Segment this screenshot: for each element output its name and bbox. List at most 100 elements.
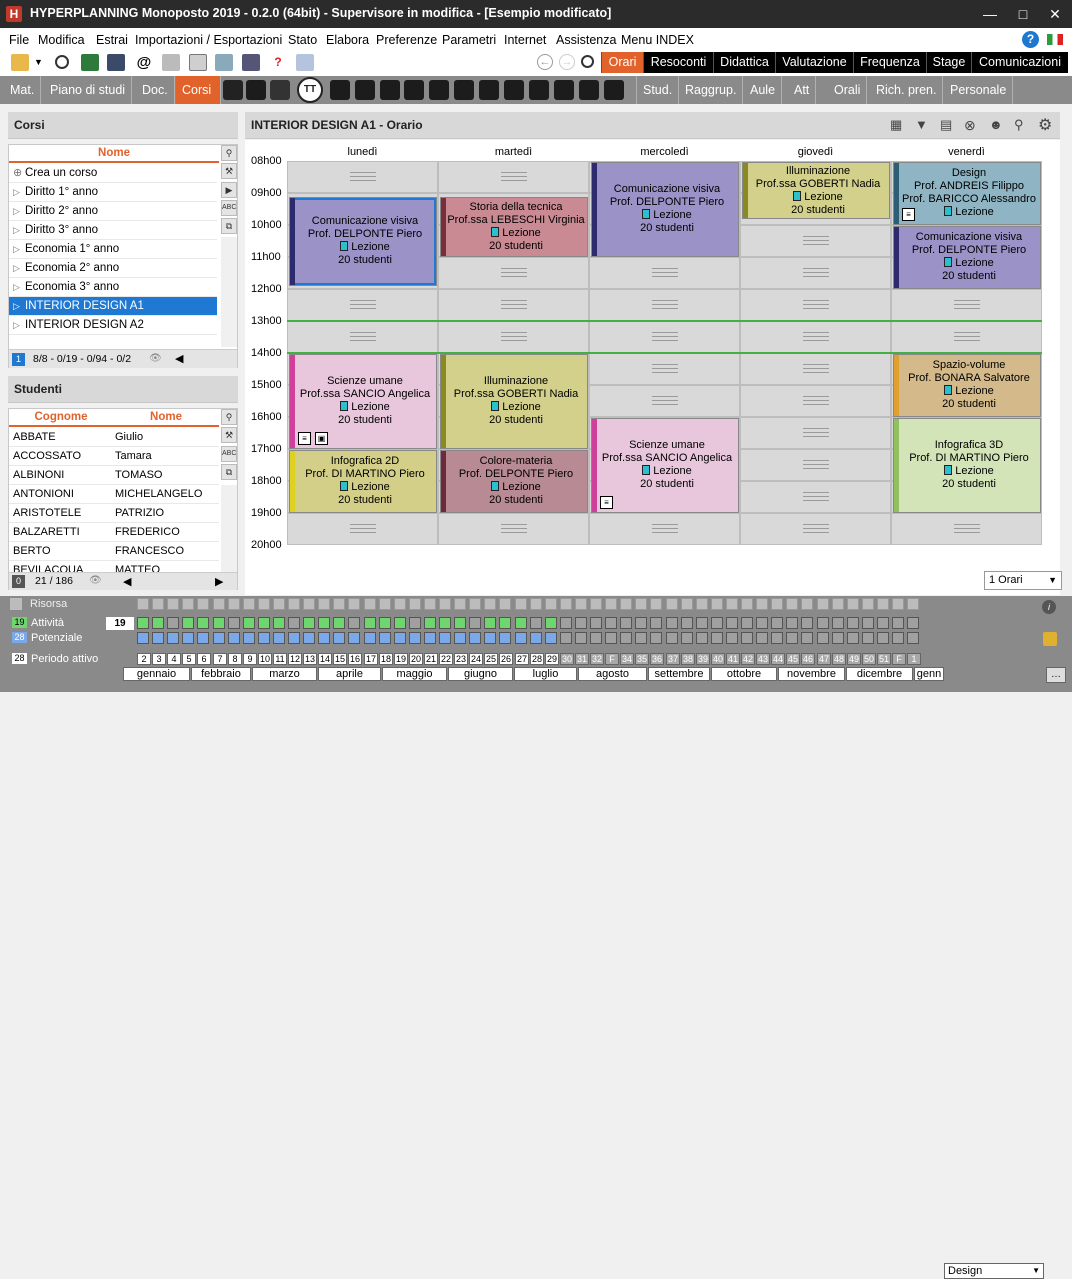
- doc-icon[interactable]: ≡: [902, 208, 915, 221]
- empty-slot[interactable]: [740, 513, 891, 545]
- day-header[interactable]: venerdì: [891, 146, 1042, 160]
- activity-week[interactable]: [832, 617, 844, 629]
- activity-week[interactable]: [273, 617, 285, 629]
- activity-week[interactable]: [877, 617, 889, 629]
- potential-week[interactable]: [530, 632, 542, 644]
- potential-week[interactable]: [635, 632, 647, 644]
- week-number[interactable]: 26: [499, 653, 513, 665]
- potential-week[interactable]: [741, 632, 753, 644]
- activity-week[interactable]: [197, 617, 209, 629]
- activity-week[interactable]: [318, 617, 330, 629]
- activity-week[interactable]: [741, 617, 753, 629]
- week-number[interactable]: 48: [832, 653, 846, 665]
- empty-slot[interactable]: [740, 353, 891, 385]
- month-label[interactable]: febbraio: [191, 667, 251, 681]
- list-item-selected[interactable]: ▷ INTERIOR DESIGN A1: [9, 297, 217, 316]
- tree-view-icon[interactable]: [246, 80, 266, 100]
- menu-file[interactable]: File: [9, 33, 29, 47]
- menu-stato[interactable]: Stato: [288, 33, 317, 47]
- activity-week[interactable]: [862, 617, 874, 629]
- activity-week[interactable]: [333, 617, 345, 629]
- clock-icon[interactable]: [604, 80, 624, 100]
- potential-week[interactable]: [817, 632, 829, 644]
- eye-icon[interactable]: 👁: [89, 575, 102, 586]
- resource-week[interactable]: [575, 598, 587, 610]
- activity-week[interactable]: [726, 617, 738, 629]
- resource-week[interactable]: [137, 598, 149, 610]
- column-nome[interactable]: Nome: [113, 409, 219, 427]
- activity-week[interactable]: [696, 617, 708, 629]
- activity-week[interactable]: [454, 617, 466, 629]
- empty-slot[interactable]: [891, 289, 1042, 321]
- potential-week[interactable]: [560, 632, 572, 644]
- week-number[interactable]: 49: [847, 653, 861, 665]
- empty-slot[interactable]: [589, 385, 740, 417]
- activity-week[interactable]: [182, 617, 194, 629]
- activity-week[interactable]: [364, 617, 376, 629]
- nav-materie[interactable]: Mat.: [4, 76, 42, 104]
- menu-assistenza[interactable]: Assistenza: [556, 33, 616, 47]
- week-number[interactable]: 43: [756, 653, 770, 665]
- activity-week[interactable]: [817, 617, 829, 629]
- open-folder-icon[interactable]: [11, 54, 29, 71]
- empty-slot[interactable]: [589, 353, 740, 385]
- week-number[interactable]: 47: [817, 653, 831, 665]
- week-number[interactable]: 7: [213, 653, 227, 665]
- list-item[interactable]: ▷ Diritto 2° anno: [9, 202, 217, 221]
- resource-week[interactable]: [499, 598, 511, 610]
- empty-slot[interactable]: [740, 481, 891, 513]
- menu-parametri[interactable]: Parametri: [442, 33, 496, 47]
- tab-frequenza[interactable]: Frequenza: [853, 52, 926, 73]
- month-label[interactable]: maggio: [382, 667, 447, 681]
- empty-slot[interactable]: [438, 513, 589, 545]
- potential-week[interactable]: [484, 632, 496, 644]
- empty-slot[interactable]: [287, 513, 438, 545]
- activity-week[interactable]: [288, 617, 300, 629]
- search-icon[interactable]: ⚲: [221, 145, 237, 161]
- person-settings-icon[interactable]: ☻: [989, 117, 1005, 133]
- week-number[interactable]: 4: [167, 653, 181, 665]
- tab-didattica[interactable]: Didattica: [713, 52, 775, 73]
- list-item[interactable]: ▷ INTERIOR DESIGN A2: [9, 316, 217, 335]
- potential-week[interactable]: [907, 632, 919, 644]
- week-number[interactable]: 13: [303, 653, 317, 665]
- week-number[interactable]: 1: [907, 653, 921, 665]
- question-icon[interactable]: ?: [269, 54, 287, 71]
- menu-elabora[interactable]: Elabora: [326, 33, 369, 47]
- week-number[interactable]: 10: [258, 653, 272, 665]
- week-number[interactable]: 15: [333, 653, 347, 665]
- potential-week[interactable]: [243, 632, 255, 644]
- month-label[interactable]: ottobre: [711, 667, 777, 681]
- course-block[interactable]: Storia della tecnica Prof.ssa LEBESCHI Vi…: [440, 197, 588, 257]
- resource-week[interactable]: [152, 598, 164, 610]
- potential-week[interactable]: [666, 632, 678, 644]
- help-icon[interactable]: ?: [1022, 31, 1039, 48]
- activity-week[interactable]: [530, 617, 542, 629]
- activity-week[interactable]: [469, 617, 481, 629]
- nav-raggruppamenti[interactable]: Raggrup.: [679, 76, 744, 104]
- search-icon[interactable]: ⚲: [221, 409, 237, 425]
- scroll-left-icon[interactable]: ◀: [123, 575, 131, 588]
- activity-week[interactable]: [515, 617, 527, 629]
- activity-week[interactable]: [711, 617, 723, 629]
- activity-week[interactable]: [152, 617, 164, 629]
- activity-week[interactable]: [635, 617, 647, 629]
- day-header[interactable]: mercoledì: [589, 146, 740, 160]
- list-item[interactable]: ▷ Economia 3° anno: [9, 278, 217, 297]
- table-row[interactable]: ALBINONI TOMASO: [9, 466, 219, 485]
- resource-week[interactable]: [484, 598, 496, 610]
- potential-week[interactable]: [681, 632, 693, 644]
- potential-week[interactable]: [771, 632, 783, 644]
- week-number[interactable]: 24: [469, 653, 483, 665]
- tab-orari[interactable]: Orari: [601, 52, 643, 73]
- resource-week[interactable]: [907, 598, 919, 610]
- activity-week[interactable]: [801, 617, 813, 629]
- potential-week[interactable]: [696, 632, 708, 644]
- empty-slot[interactable]: [438, 161, 589, 193]
- resource-week[interactable]: [666, 598, 678, 610]
- course-block[interactable]: Comunicazione visiva Prof. DELPONTE Piero…: [289, 197, 437, 286]
- resource-week[interactable]: [228, 598, 240, 610]
- potential-week[interactable]: [364, 632, 376, 644]
- course-block[interactable]: Illuminazione Prof.ssa GOBERTI Nadia Lezio…: [742, 162, 890, 219]
- potential-week[interactable]: [167, 632, 179, 644]
